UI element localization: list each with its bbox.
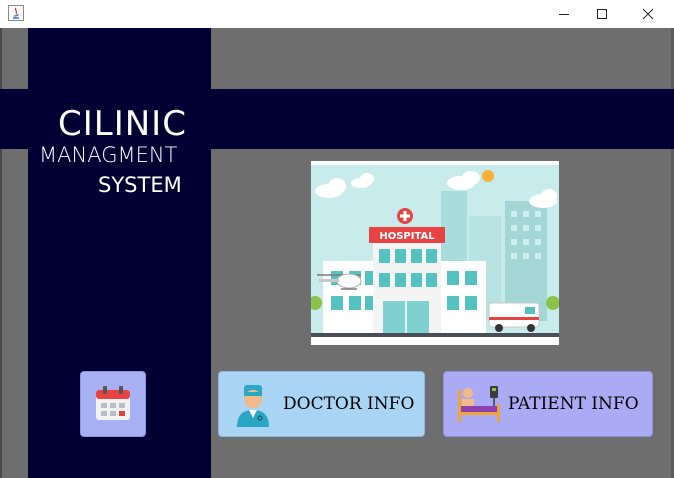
window-titlebar — [0, 0, 674, 28]
patient-info-label: PATIENT INFO — [508, 394, 639, 414]
patient-info-button[interactable]: PATIENT INFO — [443, 371, 653, 437]
doctor-info-label: DOCTOR INFO — [283, 394, 415, 414]
java-app-icon — [8, 5, 24, 21]
patient-bed-icon — [458, 386, 500, 422]
app-title: CILINIC — [58, 104, 187, 144]
close-icon — [642, 8, 654, 20]
doctor-icon — [237, 385, 269, 427]
close-button[interactable] — [626, 0, 670, 28]
app-subtitle-line1: MANAGMENT — [39, 143, 178, 167]
calendar-button[interactable] — [80, 371, 146, 437]
app-subtitle-line2: SYSTEM — [98, 173, 182, 197]
minimize-icon — [559, 14, 569, 15]
calendar-icon — [96, 386, 130, 420]
hospital-illustration: HOSPITAL — [308, 161, 560, 345]
main-panel: CILINIC MANAGMENT SYSTEM HOSPITAL DOCTOR… — [0, 28, 674, 478]
doctor-info-button[interactable]: DOCTOR INFO — [218, 371, 425, 437]
maximize-button[interactable] — [580, 0, 624, 28]
maximize-icon — [597, 9, 607, 19]
hospital-sign: HOSPITAL — [379, 231, 435, 242]
